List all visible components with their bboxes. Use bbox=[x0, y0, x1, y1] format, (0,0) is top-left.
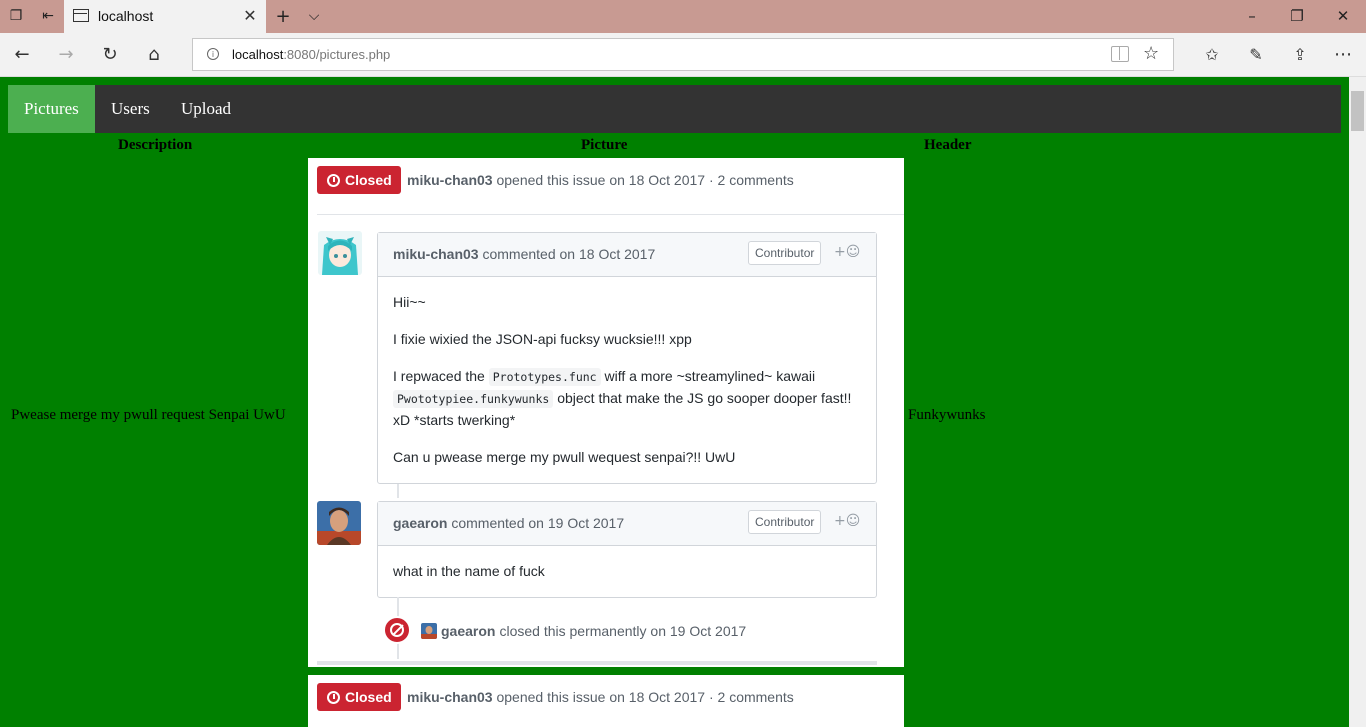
inline-code: Prototypes.func bbox=[488, 368, 601, 386]
comment-paragraph: Can u pwease merge my pwull wequest senp… bbox=[393, 449, 736, 465]
header-description: Description bbox=[118, 137, 193, 153]
issue-opened-text: opened this issue on 18 Oct 2017 · 2 com… bbox=[496, 172, 794, 188]
issue-closed-icon bbox=[327, 173, 340, 187]
mini-avatar-gaearon bbox=[421, 623, 437, 639]
comment-paragraph: what in the name of fuck bbox=[393, 563, 545, 579]
issue-meta: miku-chan03 opened this issue on 18 Oct … bbox=[407, 689, 794, 705]
address-bar[interactable]: i localhost:8080/pictures.php ☆ bbox=[192, 38, 1174, 71]
scrollbar-thumb[interactable] bbox=[1351, 91, 1364, 131]
comment-gaearon: gaearon commented on 19 Oct 2017 Contrib… bbox=[377, 501, 877, 598]
nav-users[interactable]: Users bbox=[95, 85, 166, 133]
minimize-icon[interactable]: – bbox=[1240, 4, 1264, 28]
browser-tab[interactable]: localhost ✕ bbox=[64, 0, 266, 33]
site-nav: Pictures Users Upload bbox=[8, 85, 1341, 133]
back-icon[interactable]: ← bbox=[10, 43, 34, 67]
avatar-miku bbox=[318, 231, 362, 275]
tab-manager-icon[interactable]: ❐ bbox=[6, 6, 26, 26]
closed-event: gaearon closed this permanently on 19 Oc… bbox=[421, 623, 746, 639]
favorites-hub-icon[interactable]: ✩ bbox=[1200, 43, 1224, 67]
page-icon bbox=[73, 9, 89, 22]
event-text: closed this permanently on 19 Oct 2017 bbox=[499, 623, 747, 639]
comment-paragraph: I repwaced the Prototypes.func wiff a mo… bbox=[393, 368, 852, 428]
comment-paragraph: I fixie wixied the JSON-api fucksy wucks… bbox=[393, 331, 692, 347]
add-reaction-icon[interactable]: +☺ bbox=[834, 513, 860, 529]
comment-author-line: miku-chan03 commented on 18 Oct 2017 bbox=[393, 246, 655, 262]
favorite-star-icon[interactable]: ☆ bbox=[1143, 43, 1159, 64]
new-tab-icon[interactable]: + bbox=[273, 6, 293, 27]
header-header: Header bbox=[924, 137, 972, 153]
issue-screenshot-picture: Closed miku-chan03 opened this issue on … bbox=[308, 158, 904, 667]
event-actor[interactable]: gaearon bbox=[441, 623, 495, 639]
closed-event-icon bbox=[383, 616, 411, 644]
cell-header: Funkywunks bbox=[908, 407, 986, 423]
contributor-badge: Contributor bbox=[748, 510, 822, 534]
address-text: localhost:8080/pictures.php bbox=[232, 47, 391, 62]
issue-opener: miku-chan03 bbox=[407, 689, 493, 705]
issue-screenshot-picture: Closed miku-chan03 opened this issue on … bbox=[308, 675, 904, 727]
refresh-icon[interactable]: ↻ bbox=[98, 43, 122, 67]
page-scrollbar[interactable] bbox=[1349, 77, 1366, 727]
status-label: Closed bbox=[345, 689, 392, 705]
comment-body: Hii~~ I fixie wixied the JSON-api fucksy… bbox=[378, 277, 876, 483]
comment-header: miku-chan03 commented on 18 Oct 2017 Con… bbox=[378, 233, 876, 277]
closed-status-badge: Closed bbox=[317, 683, 401, 711]
status-label: Closed bbox=[345, 172, 392, 188]
browser-nav-bar: ← → ↻ ⌂ i localhost:8080/pictures.php ☆ … bbox=[0, 33, 1366, 77]
contributor-badge: Contributor bbox=[748, 241, 822, 265]
nav-pictures[interactable]: Pictures bbox=[8, 85, 95, 133]
site-info-icon[interactable]: i bbox=[207, 48, 219, 60]
nav-upload[interactable]: Upload bbox=[165, 85, 247, 133]
set-aside-tabs-icon[interactable]: ⇤ bbox=[38, 6, 58, 26]
avatar-gaearon bbox=[317, 501, 361, 545]
more-icon[interactable]: ⋯ bbox=[1331, 43, 1355, 67]
add-reaction-icon[interactable]: +☺ bbox=[834, 244, 860, 260]
issue-opened-text: opened this issue on 18 Oct 2017 · 2 com… bbox=[496, 689, 794, 705]
header-picture: Picture bbox=[581, 137, 628, 153]
reading-view-icon[interactable] bbox=[1111, 46, 1129, 62]
web-note-icon[interactable]: ✎ bbox=[1244, 43, 1268, 67]
close-tab-icon[interactable]: ✕ bbox=[240, 6, 260, 26]
inline-code: Pwototypiee.funkywunks bbox=[393, 390, 554, 408]
tab-title: localhost bbox=[98, 8, 154, 24]
issue-meta: miku-chan03 opened this issue on 18 Oct … bbox=[407, 172, 794, 188]
comment-paragraph: Hii~~ bbox=[393, 294, 426, 310]
share-icon[interactable]: ⇪ bbox=[1288, 43, 1312, 67]
comment-miku: miku-chan03 commented on 18 Oct 2017 Con… bbox=[377, 232, 877, 484]
cell-description: Pwease merge my pwull request Senpai UwU bbox=[11, 407, 286, 423]
comment-author[interactable]: gaearon bbox=[393, 515, 447, 531]
divider bbox=[317, 214, 904, 215]
issue-opener: miku-chan03 bbox=[407, 172, 493, 188]
comment-header: gaearon commented on 19 Oct 2017 Contrib… bbox=[378, 502, 876, 546]
browser-tab-bar: ❐ ⇤ localhost ✕ + ⌵ – ❐ ✕ bbox=[0, 0, 1366, 33]
comment-timestamp[interactable]: commented on 18 Oct 2017 bbox=[482, 246, 655, 262]
comment-author-line: gaearon commented on 19 Oct 2017 bbox=[393, 515, 624, 531]
tab-preview-chevron-icon[interactable]: ⌵ bbox=[304, 6, 324, 26]
closed-status-badge: Closed bbox=[317, 166, 401, 194]
close-window-icon[interactable]: ✕ bbox=[1331, 4, 1355, 28]
issue-closed-icon bbox=[327, 690, 340, 704]
restore-icon[interactable]: ❐ bbox=[1285, 4, 1309, 28]
divider bbox=[317, 661, 877, 665]
comment-author[interactable]: miku-chan03 bbox=[393, 246, 479, 262]
comment-body: what in the name of fuck bbox=[378, 546, 876, 597]
home-icon[interactable]: ⌂ bbox=[142, 43, 166, 67]
forward-icon[interactable]: → bbox=[54, 43, 78, 67]
comment-timestamp[interactable]: commented on 19 Oct 2017 bbox=[451, 515, 624, 531]
